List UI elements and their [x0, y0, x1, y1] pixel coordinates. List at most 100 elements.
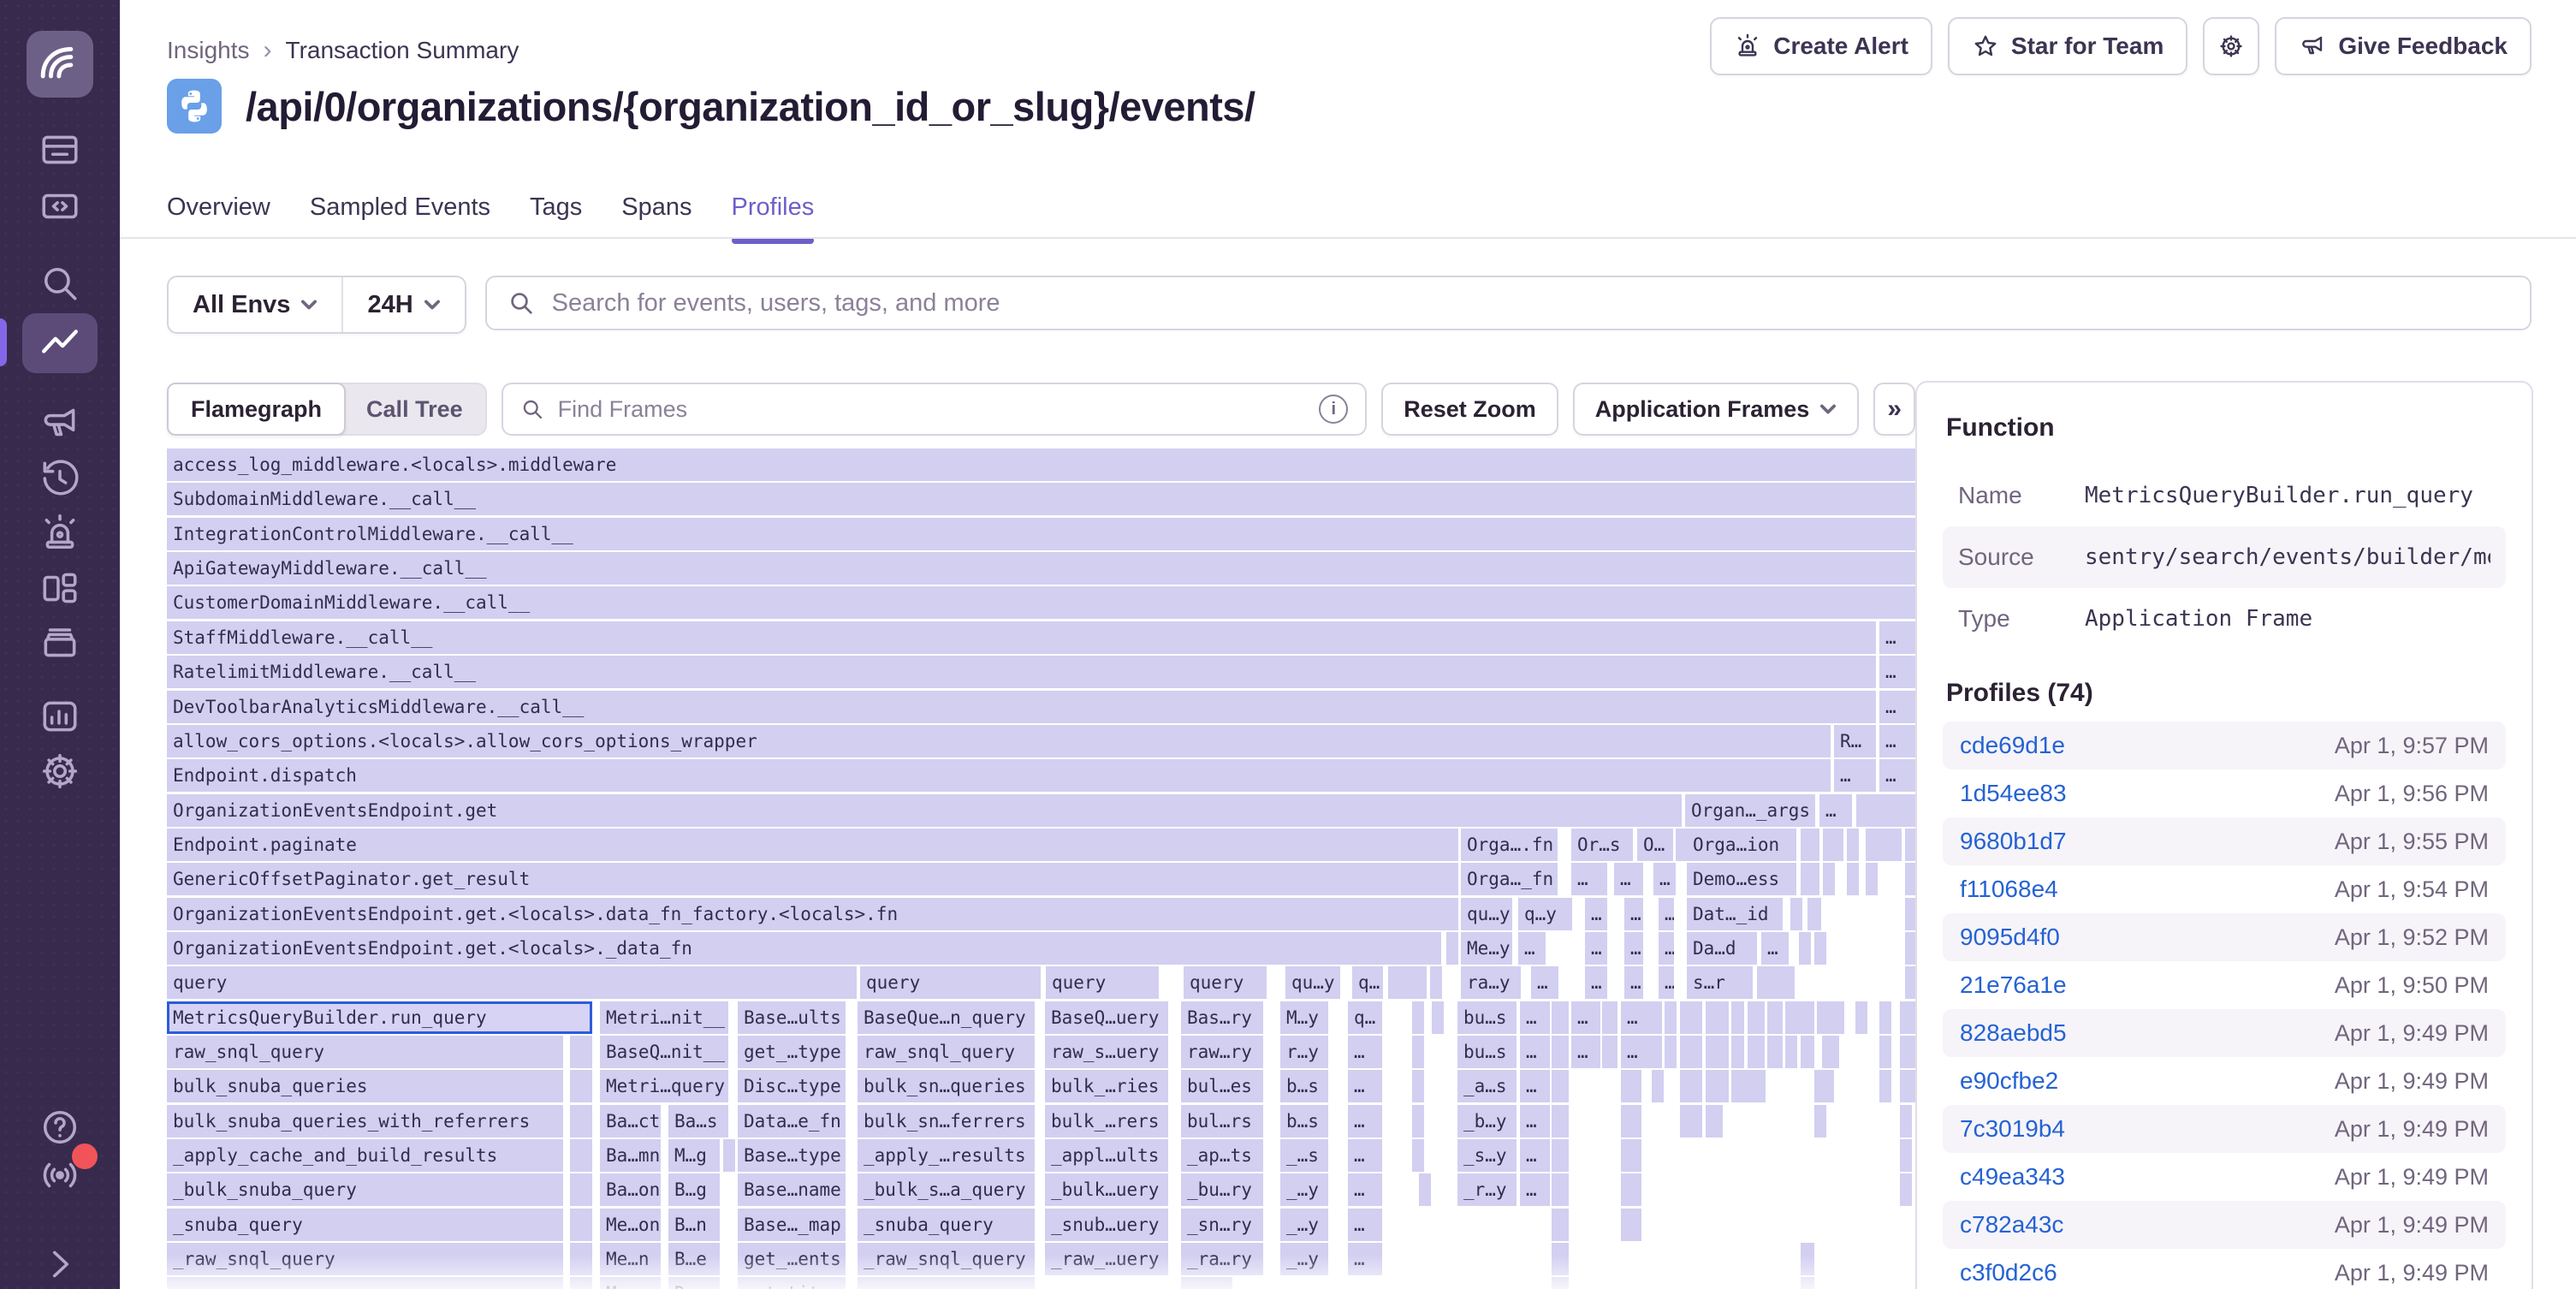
flamegraph-frame[interactable]: …: [1520, 1139, 1550, 1172]
flamegraph-frame[interactable]: Base…ults: [738, 1001, 846, 1034]
flamegraph-frame[interactable]: Me…n: [600, 1243, 661, 1275]
flamegraph-frame[interactable]: _…y: [1280, 1243, 1328, 1275]
flamegraph-frame[interactable]: Orga…ion: [1687, 829, 1796, 861]
flamegraph-frame[interactable]: _a…s: [1457, 1070, 1517, 1102]
flamegraph-frame[interactable]: _bulk_s…a_query: [858, 1173, 1035, 1206]
flamegraph-frame[interactable]: [1847, 863, 1859, 895]
flamegraph-frame[interactable]: _snuba_query: [858, 1209, 1035, 1241]
flamegraph-frame[interactable]: StaffMiddleware.__call__: [167, 621, 1876, 654]
flamegraph-frame[interactable]: BaseQue…n_query: [858, 1001, 1035, 1034]
flamegraph-frame[interactable]: M…g: [668, 1139, 720, 1172]
flamegraph-frame[interactable]: [1767, 1036, 1783, 1068]
flamegraph-frame[interactable]: _ra…ry: [1181, 1243, 1263, 1275]
flamegraph-frame[interactable]: [1870, 794, 1915, 827]
flamegraph-frame[interactable]: [1801, 1277, 1814, 1289]
flamegraph-frame[interactable]: [1900, 1173, 1912, 1206]
flamegraph-frame[interactable]: qu…y: [1461, 898, 1512, 930]
flamegraph-frame[interactable]: [1412, 1105, 1424, 1138]
flamegraph-frame[interactable]: Dat…_id: [1687, 898, 1783, 930]
flamegraph-frame[interactable]: q…: [1352, 966, 1383, 999]
flamegraph-frame[interactable]: [570, 1105, 592, 1138]
flamegraph-frame[interactable]: [1706, 1036, 1729, 1068]
flamegraph-frame[interactable]: [570, 1209, 592, 1241]
flamegraph-frame[interactable]: [1432, 1001, 1444, 1034]
flamegraph-frame[interactable]: …: [1624, 966, 1643, 999]
flamegraph-frame[interactable]: raw…ry: [1181, 1036, 1263, 1068]
flamegraph-frame[interactable]: …: [1520, 1105, 1550, 1138]
flamegraph-frame[interactable]: …: [1531, 966, 1558, 999]
flamegraph-frame[interactable]: access_log_middleware.<locals>.middlewar…: [167, 448, 1915, 481]
flamegraph-frame[interactable]: …: [1653, 863, 1676, 895]
flamegraph-frame[interactable]: …: [1621, 1036, 1662, 1068]
flamegraph-frame[interactable]: …: [1879, 621, 1915, 654]
flamegraph-frame[interactable]: [1767, 1001, 1783, 1034]
flamegraph-frame[interactable]: Orga…_fn: [1461, 863, 1558, 895]
flamegraph-frame[interactable]: [570, 1277, 592, 1289]
flamegraph-frame[interactable]: …: [1879, 691, 1915, 723]
flamegraph-frame[interactable]: Ba…mn: [600, 1139, 661, 1172]
flamegraph-frame[interactable]: [1430, 966, 1442, 999]
flamegraph-frame[interactable]: [1602, 1036, 1617, 1068]
flamegraph-frame[interactable]: [1552, 1070, 1569, 1102]
flamegraph-frame[interactable]: …: [1520, 1001, 1550, 1034]
profile-link[interactable]: 9095d4f0: [1960, 924, 2060, 951]
flamegraph-frame[interactable]: ra…y: [1461, 966, 1521, 999]
flamegraph-frame[interactable]: _ap…ts: [1181, 1139, 1263, 1172]
flamegraph-frame[interactable]: [1900, 1070, 1915, 1102]
flamegraph-frame[interactable]: GenericOffsetPaginator.get_result: [167, 863, 1458, 895]
flamegraph-frame[interactable]: [1822, 1001, 1844, 1034]
flamegraph-frame-selected[interactable]: MetricsQueryBuilder.run_query: [167, 1001, 592, 1034]
flamegraph-frame[interactable]: [1552, 1209, 1569, 1241]
flamegraph-frame[interactable]: [1731, 1070, 1766, 1102]
flamegraph-frame[interactable]: …: [1571, 863, 1607, 895]
flamegraph-frame[interactable]: [1706, 1070, 1729, 1102]
flamegraph-frame[interactable]: [1785, 1036, 1797, 1068]
flamegraph-frame[interactable]: …: [1571, 1001, 1600, 1034]
flamegraph-frame[interactable]: [1621, 1105, 1641, 1138]
flamegraph-frame[interactable]: …: [1348, 1173, 1382, 1206]
flamegraph-frame[interactable]: Or…s: [1571, 829, 1633, 861]
flamegraph-frame[interactable]: [1680, 1070, 1702, 1102]
flamegraph-frame[interactable]: [1412, 1070, 1424, 1102]
flamegraph-frame[interactable]: [1807, 898, 1821, 930]
profile-link[interactable]: c49ea343: [1960, 1163, 2065, 1191]
flamegraph-frame[interactable]: [1757, 966, 1769, 999]
flamegraph-frame[interactable]: bulk_snuba_queries_with_referrers: [167, 1105, 563, 1138]
flamegraph-frame[interactable]: B…e: [668, 1243, 720, 1275]
flamegraph-frame[interactable]: [1412, 1139, 1424, 1172]
flamegraph-frame[interactable]: [1552, 1173, 1569, 1206]
flamegraph-frame[interactable]: [1665, 1036, 1677, 1068]
flamegraph-frame[interactable]: [1552, 1001, 1569, 1034]
flamegraph-frame[interactable]: …: [1659, 932, 1674, 965]
flamegraph-frame[interactable]: [1801, 1001, 1814, 1034]
flamegraph-frame[interactable]: s…r: [1687, 966, 1753, 999]
flamegraph-frame[interactable]: …: [1819, 794, 1852, 827]
flamegraph-frame[interactable]: D…e: [668, 1277, 720, 1289]
flamegraph-frame[interactable]: _snuba_query: [167, 1209, 563, 1241]
flamegraph-frame[interactable]: [570, 1173, 592, 1206]
flamegraph-frame[interactable]: BaseQ…nit__: [600, 1036, 728, 1068]
flamegraph-frame[interactable]: [858, 1277, 1035, 1289]
flamegraph-frame[interactable]: Endpoint.paginate: [167, 829, 1458, 861]
flamegraph-frame[interactable]: [1879, 1036, 1891, 1068]
flamegraph-frame[interactable]: [1652, 1070, 1664, 1102]
flamegraph-frame[interactable]: get_…type: [738, 1036, 846, 1068]
flamegraph-frame[interactable]: …: [1879, 725, 1915, 757]
flamegraph-frame[interactable]: [1706, 1001, 1729, 1034]
flamegraph-frame[interactable]: _snub…uery: [1045, 1209, 1168, 1241]
flamegraph-frame[interactable]: …: [1761, 932, 1789, 965]
flamegraph-frame[interactable]: [1801, 1243, 1814, 1275]
flamegraph-frame[interactable]: qu…y: [1285, 966, 1340, 999]
flamegraph-frame[interactable]: query: [167, 966, 857, 999]
settings-button[interactable]: [2203, 17, 2259, 75]
flamegraph-frame[interactable]: bulk_sn…ferrers: [858, 1105, 1035, 1138]
flamegraph-frame[interactable]: _b…y: [1457, 1105, 1517, 1138]
flamegraph-frame[interactable]: raw_snql_query: [167, 1036, 563, 1068]
flamegraph-frame[interactable]: [1900, 1036, 1915, 1068]
flamegraph-frame[interactable]: R…: [1834, 725, 1876, 757]
flamegraph-frame[interactable]: …: [1348, 1139, 1382, 1172]
flamegraph-frame[interactable]: raw_snql_query: [858, 1036, 1035, 1068]
flamegraph-frame[interactable]: bu…s: [1457, 1036, 1517, 1068]
flamegraph-frame[interactable]: [570, 1243, 592, 1275]
flamegraph-frame[interactable]: O…: [1637, 829, 1673, 861]
